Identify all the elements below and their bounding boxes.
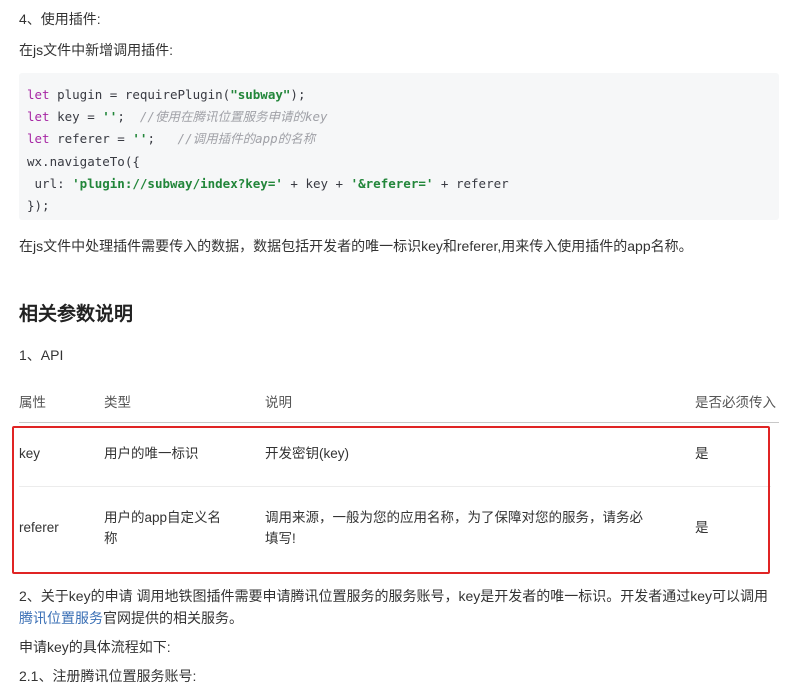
code-token: plugin = requirePlugin( — [49, 87, 231, 102]
code-token: 'plugin://subway/index?key=' — [72, 175, 283, 191]
code-token: //使用在腾讯位置服务申请的key — [139, 109, 328, 125]
code-token: }); — [27, 198, 50, 214]
code-token: '' — [102, 109, 118, 125]
key-apply-paragraph-tail: 官网提供的相关服务。 — [103, 610, 243, 626]
code-token: + referer — [433, 175, 509, 191]
code-token: '' — [132, 131, 148, 147]
code-token: "subway" — [230, 87, 291, 102]
code-token: let — [27, 131, 50, 147]
flow-intro: 申请key的具体流程如下: — [19, 639, 171, 655]
step4-title: 4、使用插件: — [19, 11, 101, 27]
code-token: wx.navigateTo({ — [27, 153, 140, 169]
after-code-text: 在js文件中处理插件需要传入的数据，数据包括开发者的唯一标识key和refere… — [19, 238, 693, 254]
key-apply-paragraph-line1: 2、关于key的申请 调用地铁图插件需要申请腾讯位置服务的服务账号，key是开发… — [19, 588, 769, 604]
code-token: let — [27, 87, 50, 102]
key-apply-paragraph-line2: 腾讯位置服务官网提供的相关服务。 — [19, 608, 243, 628]
tencent-lbs-link[interactable]: 腾讯位置服务 — [19, 610, 103, 626]
code-token: let — [27, 109, 50, 125]
step21-title: 2.1、注册腾讯位置服务账号: — [19, 668, 197, 684]
table-header-required: 是否必须传入 — [695, 395, 776, 410]
code-token: referer = — [49, 131, 133, 147]
section-title: 相关参数说明 — [19, 304, 134, 325]
api-label: 1、API — [19, 347, 64, 363]
code-token: //调用插件的app的名称 — [177, 131, 316, 147]
code-token: + key + — [282, 175, 351, 191]
code-token: url: — [27, 175, 73, 191]
table-header-desc: 说明 — [265, 395, 292, 410]
step4-description: 在js文件中新增调用插件: — [19, 42, 173, 58]
highlight-box — [12, 426, 770, 574]
table-header-divider — [19, 422, 779, 423]
code-content: let plugin = requirePlugin("subway"); le… — [27, 84, 509, 217]
code-token: ; — [147, 131, 178, 147]
code-token: ); — [290, 87, 306, 102]
code-token: '&referer=' — [350, 175, 434, 191]
table-header-attr: 属性 — [19, 395, 46, 410]
code-token: ; — [117, 109, 140, 125]
table-header-type: 类型 — [104, 395, 131, 410]
code-token: key = — [49, 109, 103, 125]
code-block: let plugin = requirePlugin("subway"); le… — [19, 73, 779, 220]
